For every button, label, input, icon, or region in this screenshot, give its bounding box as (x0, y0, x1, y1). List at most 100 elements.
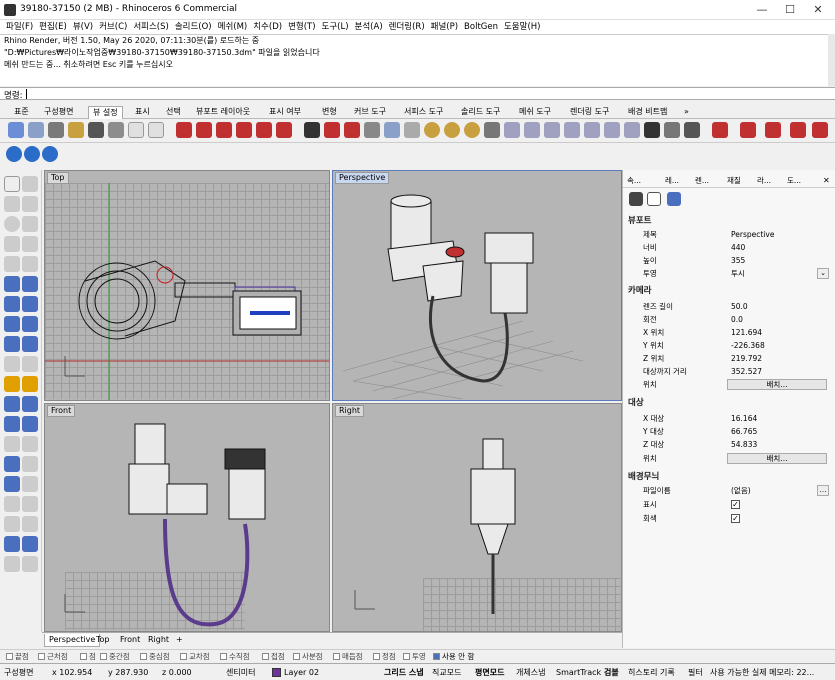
osnap-disable[interactable]: 사용 안 함 (433, 652, 474, 662)
osnap-point[interactable]: 점 (80, 652, 96, 662)
panel-tab-materials[interactable]: 재질 (727, 175, 741, 186)
viewport-right[interactable]: Right (332, 403, 623, 632)
dimension-icon[interactable] (4, 496, 20, 512)
polyline-icon[interactable] (4, 196, 20, 212)
menu-boltgen[interactable]: BoltGen (464, 20, 498, 34)
layout-icon[interactable] (740, 122, 756, 138)
toggle-planar[interactable]: 평면모드 (475, 667, 504, 678)
menu-mesh[interactable]: 메쉬(M) (218, 20, 248, 34)
split-icon[interactable] (22, 416, 38, 432)
scope-icon[interactable] (684, 122, 700, 138)
menu-surface[interactable]: 서피스(S) (133, 20, 169, 34)
toggle-ortho[interactable]: 직교모드 (432, 667, 461, 678)
command-line[interactable]: 명령: (0, 87, 835, 101)
extrude-icon[interactable] (22, 296, 38, 312)
status-layer[interactable]: Layer 02 (284, 667, 319, 678)
tab-mesh-tools[interactable]: 메쉬 도구 (515, 106, 555, 118)
render-icon[interactable] (6, 146, 22, 162)
tab-display[interactable]: 표시 (131, 106, 154, 118)
set-target-icon[interactable] (384, 122, 400, 138)
toggle-grid-snap[interactable]: 그리드 스냅 (384, 667, 424, 678)
layout-icon[interactable] (790, 122, 806, 138)
osnap-vertex[interactable]: 정점 (373, 652, 396, 662)
menu-help[interactable]: 도움말(H) (504, 20, 540, 34)
zoom-window-icon[interactable] (68, 122, 84, 138)
fly-icon[interactable] (504, 122, 520, 138)
tab-select[interactable]: 선택 (162, 106, 185, 118)
mirror-icon[interactable] (4, 476, 20, 492)
panel-tab-lights[interactable]: 라... (757, 175, 771, 186)
panel-tab-properties[interactable]: 속... (627, 175, 641, 186)
menu-analyze[interactable]: 분석(A) (355, 20, 383, 34)
render-icon[interactable] (24, 146, 40, 162)
minimize-button[interactable]: — (748, 2, 776, 18)
camera-icon[interactable] (304, 122, 320, 138)
rotate-icon[interactable] (4, 456, 20, 472)
circle-icon[interactable] (4, 216, 20, 232)
trim-icon[interactable] (22, 376, 38, 392)
osnap-project[interactable]: 투영 (403, 652, 426, 662)
fly-icon[interactable] (624, 122, 640, 138)
person-icon[interactable] (664, 122, 680, 138)
car-view-icon[interactable] (216, 122, 232, 138)
car-view-icon[interactable] (196, 122, 212, 138)
osnap-center[interactable]: 중심점 (140, 652, 170, 662)
tab-set-view[interactable]: 뷰 설정 (88, 106, 123, 119)
layout-icon[interactable] (812, 122, 828, 138)
copy-icon[interactable] (22, 436, 38, 452)
tab-viewport-layout[interactable]: 뷰포트 레이아웃 (192, 106, 254, 118)
tab-render-tools[interactable]: 렌더링 도구 (566, 106, 613, 118)
fly-icon[interactable] (564, 122, 580, 138)
target-icon[interactable] (424, 122, 440, 138)
maximize-button[interactable]: ☐ (776, 2, 804, 18)
tab-visibility[interactable]: 표시 여부 (265, 106, 305, 118)
panel-tab-layers[interactable]: 레... (665, 175, 679, 186)
fillet-icon[interactable] (22, 256, 38, 272)
close-button[interactable]: ✕ (804, 2, 832, 18)
menu-render[interactable]: 렌더링(R) (389, 20, 425, 34)
tab-standard[interactable]: 표준 (10, 106, 33, 118)
osnap-intersection[interactable]: 교차점 (180, 652, 210, 662)
panel-close-icon[interactable]: ✕ (823, 175, 830, 186)
layout-icon[interactable] (712, 122, 728, 138)
fly-icon[interactable] (524, 122, 540, 138)
rectangle-icon[interactable] (4, 236, 20, 252)
viewport-top[interactable]: Top (44, 170, 330, 401)
arc-icon[interactable] (22, 216, 38, 232)
grid-icon[interactable] (4, 516, 20, 532)
mesh-icon[interactable] (22, 356, 38, 372)
osnap-mid[interactable]: 중간점 (100, 652, 130, 662)
zoom-extents-icon[interactable] (88, 122, 104, 138)
viewport-label-front[interactable]: Front (47, 405, 76, 417)
camera-place-button[interactable]: 배치... (727, 379, 827, 390)
custom-props-icon[interactable] (667, 192, 681, 206)
gray-wallpaper-checkbox[interactable]: ✓ (731, 514, 740, 523)
walkabout-icon[interactable] (484, 122, 500, 138)
panel-tab-help[interactable]: 도... (787, 175, 801, 186)
layer-color-swatch[interactable] (272, 668, 281, 677)
osnap-perpendicular[interactable]: 수직점 (220, 652, 250, 662)
tab-overflow[interactable]: » (680, 106, 693, 118)
toggle-gumball[interactable]: 검볼 (604, 667, 619, 678)
point-icon[interactable] (22, 176, 38, 192)
split-icon[interactable] (4, 416, 20, 432)
car-view-icon[interactable] (344, 122, 360, 138)
menu-tools[interactable]: 도구(L) (322, 20, 349, 34)
render-icon[interactable] (22, 556, 38, 572)
toggle-record-history[interactable]: 히스토리 기록 (628, 667, 675, 678)
osnap-end[interactable]: 끝점 (6, 652, 29, 662)
tab-solid-tools[interactable]: 솔리드 도구 (457, 106, 504, 118)
layer-icon[interactable] (4, 536, 20, 552)
analyze-icon[interactable] (4, 556, 20, 572)
tab-cplanes[interactable]: 구성평면 (40, 106, 77, 118)
explode-icon[interactable] (4, 376, 20, 392)
set-camera-icon[interactable] (364, 122, 380, 138)
layout-icon[interactable] (765, 122, 781, 138)
view-front-icon[interactable] (148, 122, 164, 138)
car-view-icon[interactable] (176, 122, 192, 138)
viewport-label-top[interactable]: Top (47, 172, 69, 184)
polygon-icon[interactable] (22, 236, 38, 252)
menu-edit[interactable]: 편집(E) (39, 20, 67, 34)
menu-transform[interactable]: 변형(T) (288, 20, 315, 34)
viewport-props-icon[interactable] (629, 192, 643, 206)
